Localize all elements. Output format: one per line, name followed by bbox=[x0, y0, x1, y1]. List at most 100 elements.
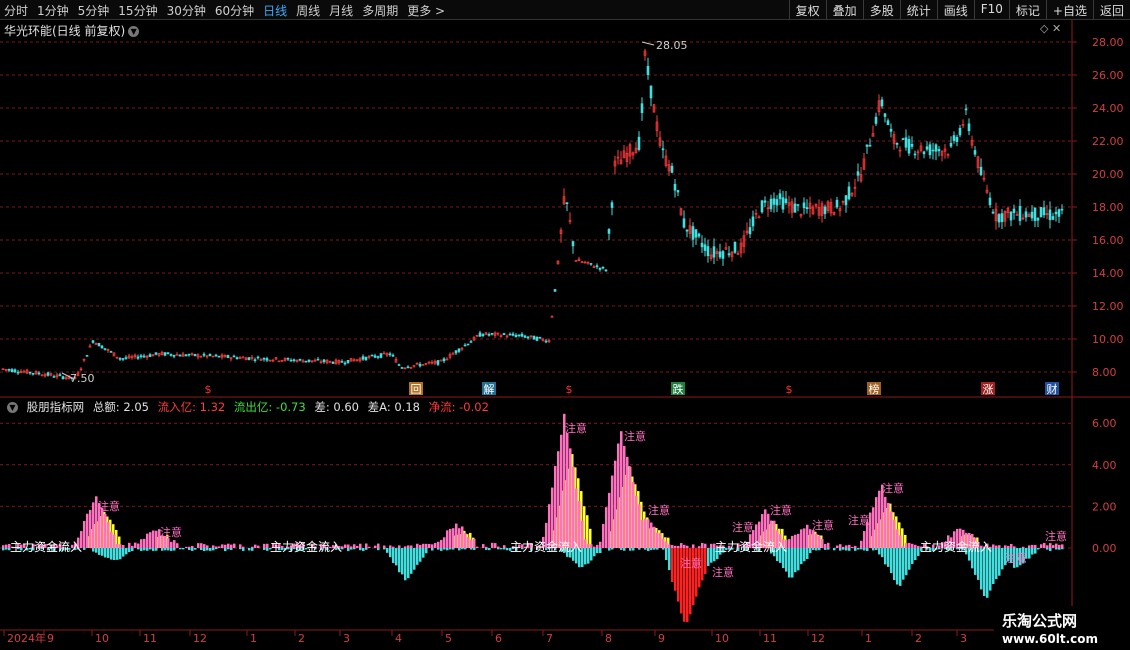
candle-body bbox=[10, 369, 14, 373]
candle-body bbox=[922, 151, 926, 155]
inflow-bar bbox=[353, 544, 356, 548]
outflow-bar bbox=[146, 548, 149, 551]
indicator-axis-label: 0.00 bbox=[1092, 542, 1117, 555]
outflow-bar bbox=[350, 548, 353, 550]
candle-body bbox=[835, 199, 839, 208]
outflow-bar bbox=[998, 548, 1001, 576]
chevron-down-icon[interactable]: ▼ bbox=[7, 402, 18, 413]
price-axis-label: 20.00 bbox=[1092, 168, 1124, 181]
candle-body bbox=[1024, 211, 1028, 218]
inflow-bar bbox=[1022, 546, 1025, 548]
outflow-bar bbox=[239, 548, 242, 550]
outflow-bar bbox=[362, 548, 365, 552]
candle-body bbox=[676, 190, 680, 193]
net-value: 净流: -0.02 bbox=[428, 400, 489, 414]
date-axis-label-17: 1 bbox=[865, 632, 872, 645]
note-label-2: 注意 bbox=[565, 421, 587, 435]
inflow-bar bbox=[653, 526, 656, 548]
indicator-name[interactable]: 股朋指标网 bbox=[27, 400, 85, 414]
low-price-label: 7.50 bbox=[70, 372, 95, 385]
candle-body bbox=[901, 138, 905, 140]
outflow-bar bbox=[656, 548, 659, 550]
inflow-bar bbox=[491, 542, 494, 548]
inflow-bar bbox=[134, 542, 137, 548]
candle-body bbox=[721, 251, 725, 259]
inflow-bar bbox=[107, 522, 110, 548]
inflow-bar bbox=[137, 543, 140, 548]
candle-body bbox=[637, 136, 641, 150]
outflow-bar bbox=[653, 548, 656, 550]
outflow-bar bbox=[812, 548, 815, 550]
candle-body bbox=[991, 211, 995, 214]
outflow-bar bbox=[398, 548, 401, 573]
outflow-bar bbox=[101, 548, 104, 556]
inflow-bar bbox=[398, 545, 401, 548]
outflow-bar bbox=[620, 548, 623, 550]
outflow-bar bbox=[164, 548, 167, 551]
candle-body bbox=[466, 343, 470, 346]
outflow-bar bbox=[818, 548, 821, 551]
inflow-bar bbox=[599, 541, 602, 548]
outflow-bar bbox=[896, 548, 899, 585]
inflow-bar bbox=[176, 543, 179, 548]
outflow-bar bbox=[173, 548, 176, 551]
inflow-bar bbox=[887, 502, 890, 548]
inflow-bar bbox=[374, 545, 377, 548]
price-axis-label: 26.00 bbox=[1092, 69, 1124, 82]
outflow-bar bbox=[383, 548, 386, 550]
inflow-bar bbox=[152, 530, 155, 548]
inflow-bar bbox=[1004, 545, 1007, 548]
inflow-bar bbox=[821, 539, 824, 548]
inflow-bar bbox=[995, 545, 998, 548]
note-label-5: 注意 bbox=[680, 556, 702, 570]
price-axis-label: 8.00 bbox=[1092, 366, 1117, 379]
outflow-bar bbox=[128, 548, 131, 553]
inflow-bar bbox=[671, 545, 674, 548]
candle-body bbox=[139, 355, 143, 358]
outflow-bar bbox=[905, 548, 908, 576]
outflow-bar bbox=[788, 548, 791, 578]
stock-chart[interactable]: 28.0026.0024.0022.0020.0018.0016.0014.00… bbox=[0, 0, 1130, 650]
outflow-bar bbox=[794, 548, 797, 573]
outflow-bar bbox=[446, 548, 449, 551]
inflow-bar bbox=[704, 543, 707, 548]
inflow-bar bbox=[710, 543, 713, 548]
inflow-bar bbox=[116, 543, 119, 548]
outflow-bar bbox=[884, 548, 887, 565]
inflow-bar bbox=[344, 544, 347, 548]
inflow-bar bbox=[383, 545, 386, 548]
inflow-bar bbox=[584, 539, 587, 548]
outflow-bar bbox=[182, 548, 185, 550]
outflow-bar bbox=[224, 548, 227, 552]
price-axis-label: 12.00 bbox=[1092, 300, 1124, 313]
inflow-bar bbox=[686, 545, 689, 548]
candle-body bbox=[193, 353, 197, 357]
candle-body bbox=[1054, 211, 1058, 215]
outflow-bar bbox=[665, 548, 668, 561]
candle-body bbox=[166, 352, 170, 355]
outflow-bar bbox=[596, 548, 599, 554]
candle-body bbox=[379, 353, 383, 358]
inflow-bar bbox=[569, 448, 572, 548]
inflow-bar bbox=[860, 540, 863, 548]
inflow-bar bbox=[494, 543, 497, 548]
inflow-bar bbox=[368, 546, 371, 548]
candle-body bbox=[784, 198, 788, 203]
candle-body bbox=[124, 357, 128, 359]
inflow-bar bbox=[1007, 545, 1010, 548]
inflow-bar bbox=[257, 545, 260, 548]
note-label-7: 注意 bbox=[732, 520, 754, 534]
outflow-bar bbox=[485, 548, 488, 550]
outflow-bar bbox=[623, 548, 626, 551]
date-axis-label-14: 10 bbox=[715, 632, 729, 645]
event-marker-8: 财 bbox=[1047, 382, 1058, 396]
candle-body bbox=[988, 197, 992, 206]
inflow-bar bbox=[692, 544, 695, 548]
inflow-bar bbox=[677, 545, 680, 548]
outflow-bar bbox=[404, 548, 407, 581]
candle-body bbox=[1048, 209, 1052, 221]
outflow-bar bbox=[131, 548, 134, 552]
inflow-bar bbox=[473, 538, 476, 548]
outflow-bar bbox=[263, 548, 266, 550]
candle-body bbox=[865, 144, 869, 147]
